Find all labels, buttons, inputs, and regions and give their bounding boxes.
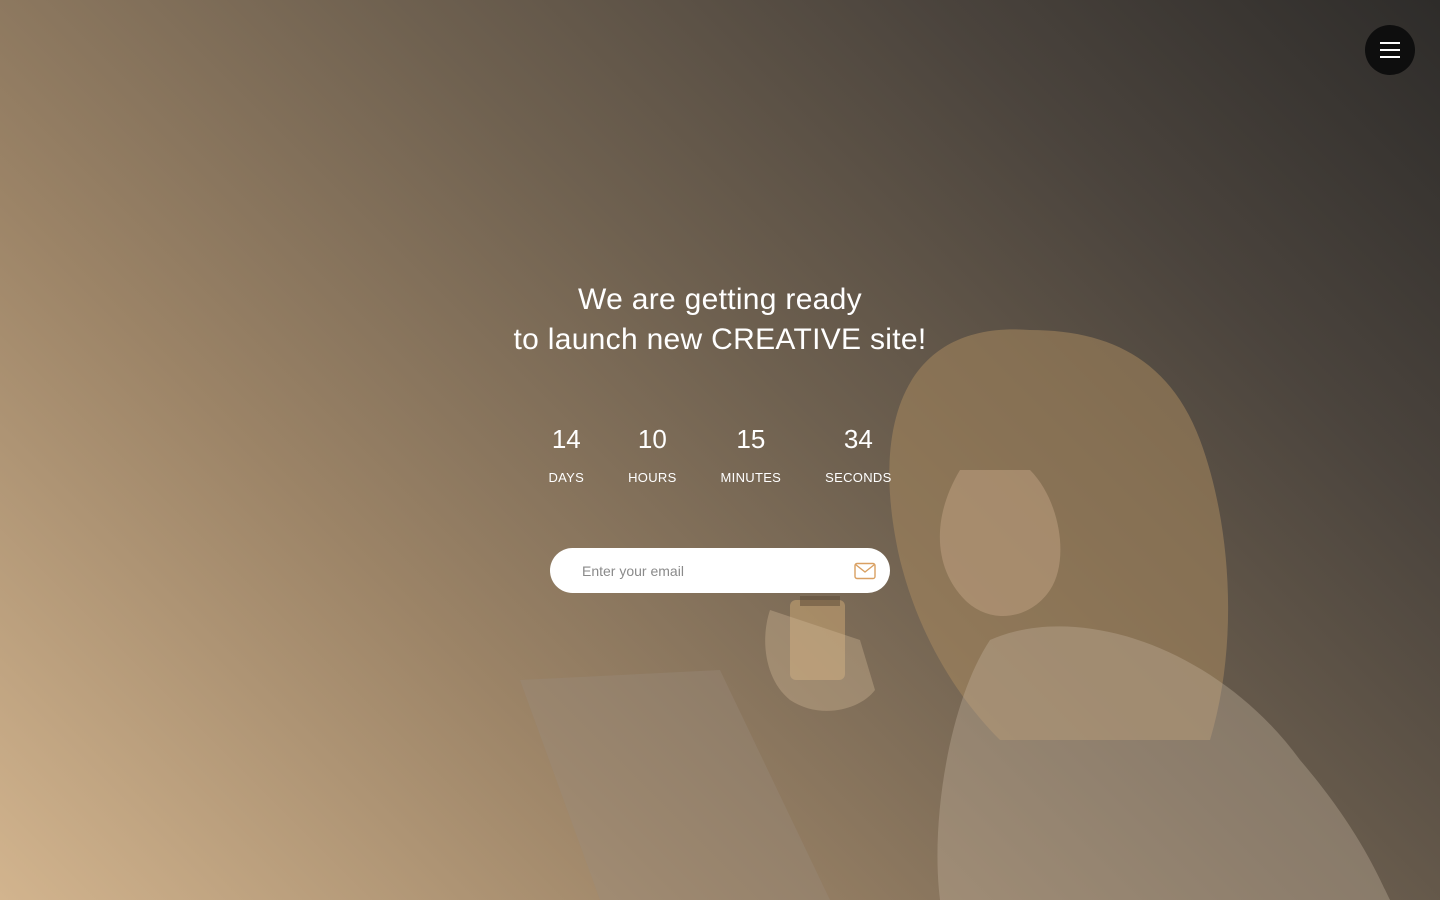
countdown-hours: 10 HOURS [628, 420, 676, 485]
days-value: 14 [551, 424, 581, 454]
subscribe-submit-button[interactable] [852, 558, 878, 584]
minutes-value: 15 [736, 424, 766, 454]
subscribe-form [550, 547, 890, 594]
menu-toggle-button[interactable] [1365, 25, 1415, 75]
days-label: DAYS [548, 470, 585, 485]
page-headline: We are getting ready to launch new CREAT… [0, 280, 1440, 360]
headline-line-1: We are getting ready [578, 283, 862, 316]
coming-soon-page: We are getting ready to launch new CREAT… [0, 0, 1440, 900]
minutes-label: MINUTES [720, 470, 782, 485]
seconds-value: 34 [843, 424, 873, 454]
envelope-icon [854, 562, 876, 579]
hamburger-menu-icon [1380, 42, 1400, 58]
hours-label: HOURS [628, 470, 677, 485]
hero-section: We are getting ready to launch new CREAT… [0, 0, 1440, 900]
countdown-days: 14 DAYS [548, 420, 584, 485]
countdown-seconds: 34 SECONDS [825, 420, 891, 485]
email-input[interactable] [580, 547, 852, 594]
hours-value: 10 [637, 424, 667, 454]
seconds-label: SECONDS [825, 470, 892, 485]
countdown-timer: 14 DAYS 10 HOURS 15 MINUTES 34 SECONDS [0, 420, 1440, 485]
headline-line-2: to launch new CREATIVE site! [513, 323, 927, 356]
countdown-minutes: 15 MINUTES [721, 420, 782, 485]
